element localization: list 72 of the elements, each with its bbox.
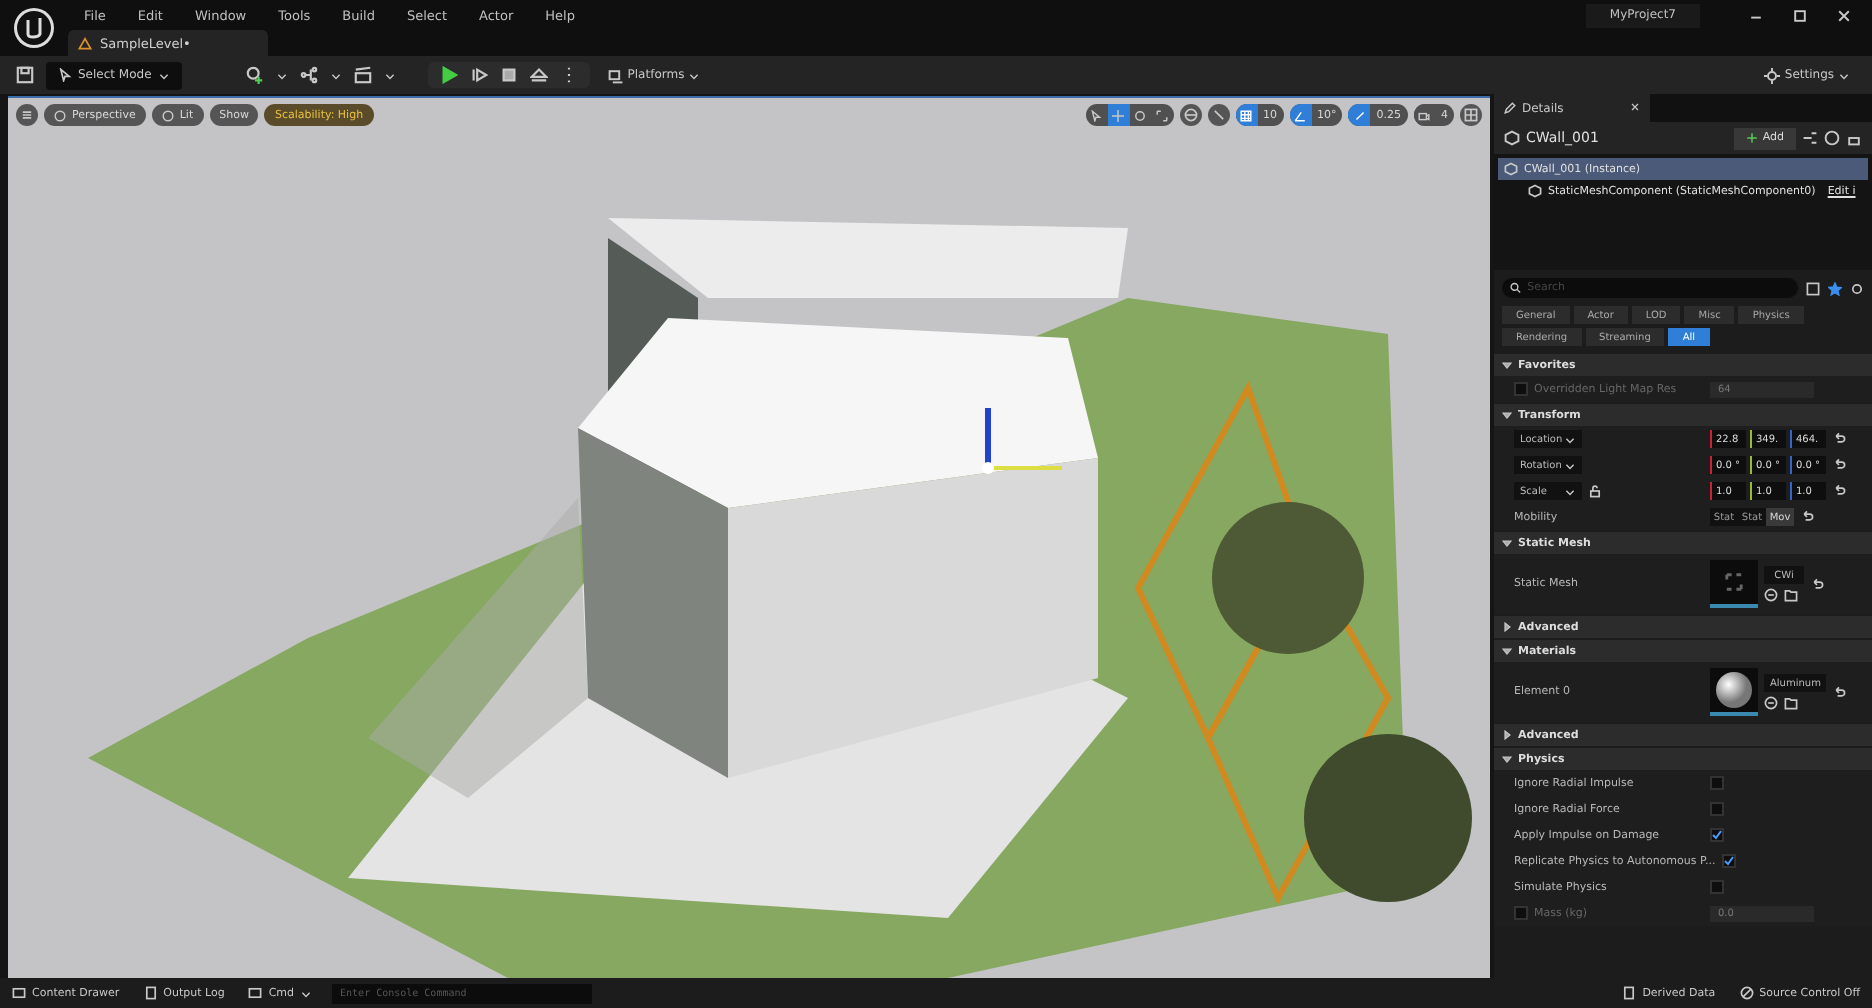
chevron-down-icon xyxy=(1564,433,1576,445)
viewport-scene-drawing[interactable] xyxy=(8,98,1490,978)
save-icon xyxy=(16,66,34,84)
caret-down-icon xyxy=(1502,646,1512,656)
grid-icon xyxy=(1240,109,1252,121)
angle-icon xyxy=(1294,109,1306,121)
caret-down-icon xyxy=(1502,754,1512,764)
scale-icon xyxy=(1156,109,1168,121)
chevron-down-icon xyxy=(329,69,342,81)
chevron-down-icon xyxy=(275,69,288,81)
chevron-down-icon xyxy=(1564,459,1576,471)
sphere-icon xyxy=(1716,672,1752,708)
add-actor-icon xyxy=(245,66,264,84)
transform-tool-button[interactable] xyxy=(1107,104,1129,126)
chevron-down-icon xyxy=(688,69,701,81)
checkbox[interactable] xyxy=(1721,854,1736,868)
engine-logo[interactable] xyxy=(12,6,56,50)
step-icon xyxy=(469,66,488,84)
caret-down-icon xyxy=(1502,410,1512,420)
chevron-down-icon xyxy=(383,69,396,81)
move-icon xyxy=(1112,109,1124,121)
play-icon xyxy=(439,66,458,84)
plus-icon xyxy=(1746,132,1759,144)
chevron-down-icon xyxy=(1564,485,1576,497)
pencil-icon xyxy=(1504,102,1516,114)
reset-arrow-icon xyxy=(1800,510,1814,524)
star-icon xyxy=(1828,281,1842,295)
sphere-icon xyxy=(161,109,174,121)
level-icon xyxy=(78,36,92,50)
caret-down-icon xyxy=(1502,360,1512,370)
camera-icon xyxy=(1418,109,1430,121)
blocked-icon xyxy=(1739,986,1754,1000)
close-icon xyxy=(1630,101,1640,111)
reset-arrow-icon xyxy=(1832,484,1846,498)
hierarchy-icon xyxy=(1802,130,1818,146)
reset-arrow-icon xyxy=(1832,685,1847,699)
grid-icon xyxy=(1464,108,1478,122)
cursor-icon xyxy=(58,68,72,82)
platforms-icon xyxy=(607,67,624,83)
checkbox[interactable] xyxy=(1710,828,1724,842)
asset-thumbnail[interactable] xyxy=(1710,668,1758,716)
maximize-icon xyxy=(1792,8,1808,24)
chevron-down-icon xyxy=(157,69,170,81)
search-icon xyxy=(1510,282,1522,294)
cursor-icon xyxy=(1090,109,1102,121)
checkbox[interactable] xyxy=(1710,776,1724,790)
stop-icon xyxy=(499,66,518,84)
mesh-icon xyxy=(1722,570,1746,594)
caret-right-icon xyxy=(1502,730,1512,740)
folder-icon xyxy=(1784,588,1798,602)
reset-arrow-icon xyxy=(1810,577,1824,591)
asset-thumbnail[interactable] xyxy=(1710,560,1758,608)
eject-icon xyxy=(529,66,548,84)
caret-right-icon xyxy=(1502,622,1512,632)
clapperboard-icon xyxy=(353,66,372,84)
chevron-down-icon xyxy=(1838,69,1850,81)
transform-tool-button[interactable] xyxy=(1151,104,1173,126)
chevron-down-icon xyxy=(300,987,313,999)
sphere-icon xyxy=(54,109,66,121)
menu-icon xyxy=(20,108,34,122)
reset-arrow-icon xyxy=(1832,432,1846,446)
checkmark-icon xyxy=(1712,830,1722,840)
checkbox[interactable] xyxy=(1710,802,1724,816)
transform-tool-button[interactable] xyxy=(1085,104,1107,126)
caret-down-icon xyxy=(1502,538,1512,548)
checkmark-icon xyxy=(1723,856,1734,866)
resize-icon xyxy=(1353,109,1366,121)
reset-arrow-icon xyxy=(1832,458,1846,472)
close-icon xyxy=(1836,8,1852,24)
globe-icon xyxy=(1183,108,1197,122)
folder-icon xyxy=(1784,696,1798,710)
checkbox[interactable] xyxy=(1710,880,1724,894)
